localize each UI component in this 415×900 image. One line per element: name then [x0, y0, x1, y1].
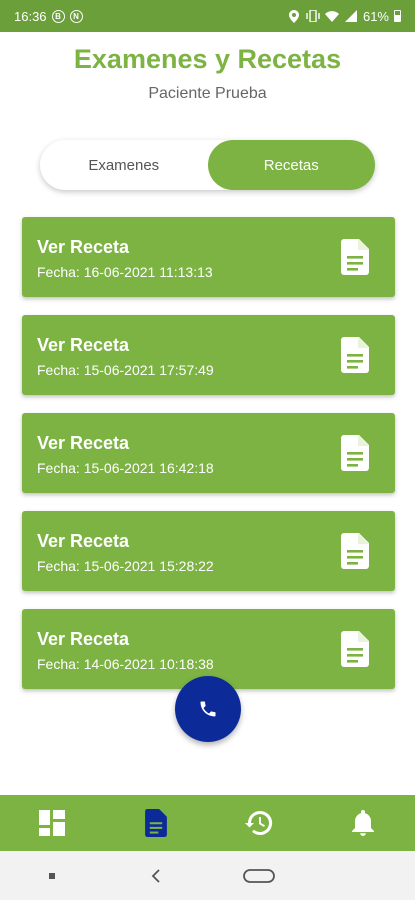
- card-title: Ver Receta: [37, 237, 130, 257]
- nav-dashboard[interactable]: [22, 795, 82, 851]
- history-icon: [245, 810, 273, 835]
- list-item[interactable]: Ver Receta Fecha: 16-06-2021 11:13:13: [22, 217, 395, 297]
- recetas-list: Ver Receta Fecha: 16-06-2021 11:13:13 Ve…: [22, 217, 395, 707]
- card-date: Fecha: 15-06-2021 17:57:49: [37, 362, 214, 378]
- page-title: Examenes y Recetas: [73, 44, 342, 74]
- card-date: Fecha: 16-06-2021 11:13:13: [37, 264, 213, 280]
- card-date: Fecha: 15-06-2021 15:28:22: [37, 558, 214, 574]
- card-title: Ver Receta: [37, 531, 130, 551]
- recents-button[interactable]: [22, 856, 82, 896]
- tab-recetas[interactable]: Recetas: [207, 140, 375, 190]
- document-icon: [341, 533, 369, 569]
- document-icon: [144, 809, 167, 837]
- card-title: Ver Receta: [37, 335, 130, 355]
- card-date: Fecha: 14-06-2021 10:18:38: [37, 656, 214, 672]
- document-icon: [341, 435, 369, 471]
- nav-history[interactable]: [229, 795, 289, 851]
- battery-percent: 61%: [362, 8, 389, 24]
- nav-documents[interactable]: [126, 795, 186, 851]
- document-icon: [341, 337, 369, 373]
- back-icon: [151, 868, 160, 883]
- b-circle-icon: B: [51, 9, 65, 23]
- wifi-icon: [324, 9, 339, 23]
- system-nav-bar: [0, 851, 415, 900]
- bottom-nav: [0, 795, 415, 851]
- signal-icon: [344, 9, 358, 23]
- home-pill-icon: [243, 868, 276, 883]
- list-item[interactable]: Ver Receta Fecha: 15-06-2021 16:42:18: [22, 413, 395, 493]
- home-button[interactable]: [229, 856, 289, 896]
- list-item[interactable]: Ver Receta Fecha: 15-06-2021 17:57:49: [22, 315, 395, 395]
- recents-icon: [48, 872, 55, 879]
- card-title: Ver Receta: [37, 433, 130, 453]
- list-item[interactable]: Ver Receta Fecha: 15-06-2021 15:28:22: [22, 511, 395, 591]
- battery-icon: [394, 10, 401, 22]
- tab-examenes[interactable]: Examenes: [40, 140, 208, 190]
- status-time: 16:36: [14, 8, 47, 24]
- location-icon: [287, 9, 301, 23]
- phone-icon: [200, 701, 216, 717]
- n-circle-icon: N: [69, 9, 83, 23]
- document-icon: [341, 239, 369, 275]
- status-bar: 16:36 B N 61%: [0, 0, 415, 32]
- card-date: Fecha: 15-06-2021 16:42:18: [37, 460, 214, 476]
- bell-icon: [352, 810, 375, 836]
- nav-notifications[interactable]: [333, 795, 393, 851]
- patient-name: Paciente Prueba: [148, 85, 267, 102]
- dashboard-icon: [38, 810, 65, 836]
- card-title: Ver Receta: [37, 629, 130, 649]
- document-icon: [341, 631, 369, 667]
- tab-switcher: Examenes Recetas: [40, 140, 375, 190]
- vibrate-icon: [306, 9, 320, 23]
- back-button[interactable]: [126, 856, 186, 896]
- call-button[interactable]: [175, 676, 241, 742]
